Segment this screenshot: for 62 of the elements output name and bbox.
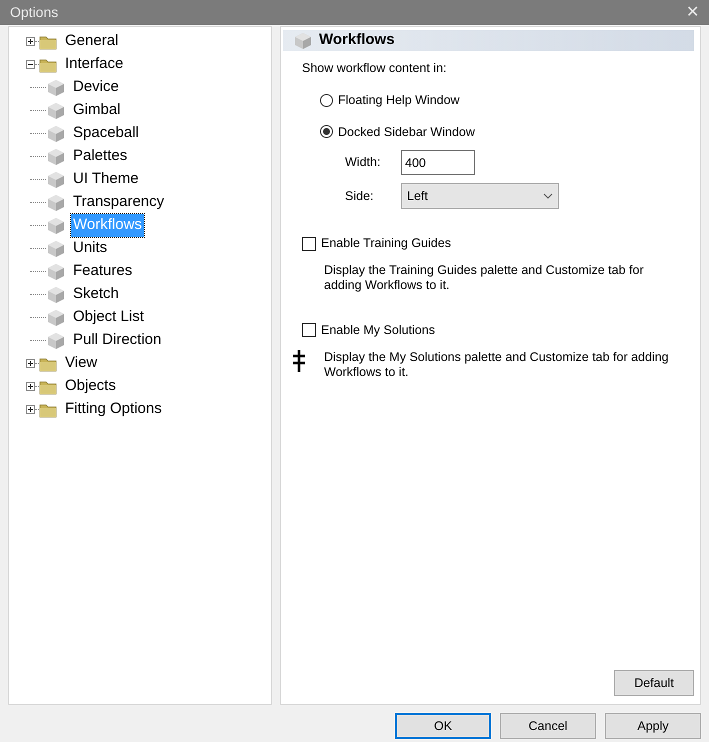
cube-icon [46, 332, 66, 350]
tree-item[interactable]: Units [71, 237, 110, 260]
dialog-button[interactable]: Apply [605, 713, 701, 739]
expand-icon[interactable] [26, 359, 35, 368]
cube-icon [46, 102, 66, 120]
tree-item[interactable]: Palettes [71, 145, 130, 168]
expand-icon[interactable] [26, 382, 35, 391]
intro-text: Show workflow content in: [302, 60, 448, 77]
width-field[interactable]: 400 [401, 150, 475, 176]
cube-icon [46, 308, 66, 326]
section-title: Workflows [319, 30, 395, 50]
window-title: Options [10, 3, 58, 22]
radio-button[interactable] [320, 94, 333, 107]
cube-icon [46, 194, 66, 212]
checkbox[interactable] [302, 323, 316, 338]
tree-item[interactable]: View [63, 352, 100, 375]
tree-item[interactable]: Spaceball [71, 122, 141, 145]
cube-icon [46, 286, 66, 304]
tree-item[interactable]: General [63, 30, 120, 53]
cube-icon [46, 262, 66, 280]
checkbox[interactable] [302, 236, 316, 251]
radio-label: Docked Sidebar Window [338, 124, 475, 140]
folder-icon [39, 378, 57, 394]
tree-item[interactable]: Objects [63, 375, 118, 398]
tree-item[interactable]: UI Theme [71, 168, 141, 191]
cube-icon [46, 240, 66, 258]
side-dropdown[interactable]: Left [401, 183, 559, 210]
checkbox-description: Display the Training Guides palette and Customize tab for adding Workflows to it. [324, 263, 645, 293]
tree-item[interactable]: Interface [63, 53, 126, 76]
tree-item[interactable]: Device [71, 76, 121, 99]
expand-icon[interactable] [26, 37, 35, 46]
tree-item[interactable]: Fitting Options [63, 398, 164, 421]
double-dagger-icon [293, 350, 305, 372]
checkbox-label: Enable Training Guides [321, 235, 451, 252]
chevron-down-icon [543, 193, 553, 200]
tree-item[interactable]: Features [71, 260, 134, 283]
radio-label: Floating Help Window [338, 92, 460, 109]
checkbox-description: Display the My Solutions palette and Customize tab for adding Workflows to it. [324, 350, 670, 380]
default-button[interactable]: Default [614, 670, 694, 696]
cube-icon [46, 216, 66, 234]
dialog-button[interactable]: Cancel [500, 713, 596, 739]
cube-icon [46, 124, 66, 142]
folder-icon [39, 56, 57, 72]
tree-item[interactable]: Sketch [71, 283, 121, 306]
folder-icon [39, 34, 57, 50]
side-label: Side: [345, 188, 374, 205]
dialog-button[interactable]: OK [395, 713, 491, 739]
tree-item[interactable]: Transparency [71, 191, 166, 214]
tree-item[interactable]: Gimbal [71, 99, 123, 122]
tree-item[interactable]: Object List [71, 306, 146, 329]
cube-icon [46, 78, 66, 96]
width-label: Width: [345, 154, 382, 172]
folder-icon [39, 402, 57, 418]
tree-item[interactable]: Pull Direction [71, 329, 164, 352]
checkbox-label: Enable My Solutions [321, 322, 435, 339]
cube-icon [46, 170, 66, 188]
collapse-icon[interactable] [26, 60, 35, 69]
expand-icon[interactable] [26, 405, 35, 414]
radio-button[interactable] [320, 125, 333, 138]
cube-icon [46, 148, 66, 166]
cube-icon [293, 32, 313, 50]
folder-icon [39, 356, 57, 372]
